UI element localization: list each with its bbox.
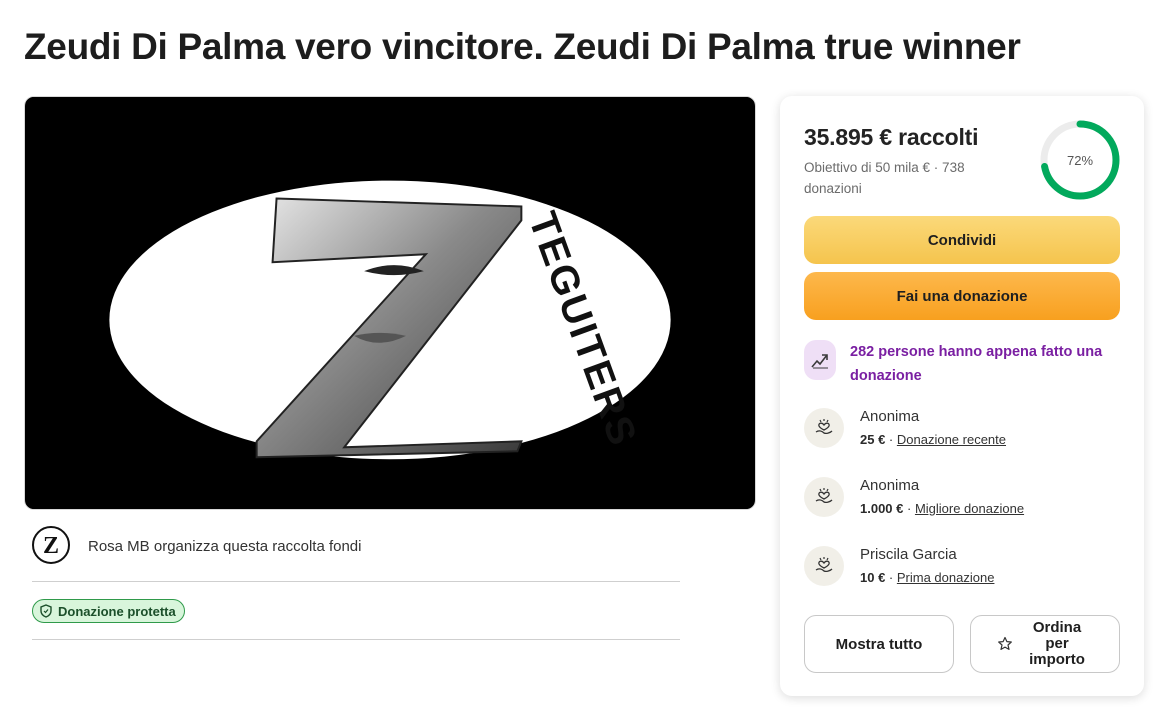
donor-name: Anonima	[860, 477, 920, 494]
heart-in-hand-icon	[804, 477, 844, 517]
progress-label: 72%	[1066, 152, 1094, 168]
show-all-button[interactable]: Mostra tutto	[804, 615, 954, 673]
donation-tag[interactable]: Migliore donazione	[915, 501, 1024, 516]
shield-icon	[39, 604, 53, 618]
star-icon	[997, 636, 1013, 652]
donor-name: Priscila Garcia	[860, 546, 957, 563]
donate-button[interactable]: Fai una donazione	[804, 272, 1120, 320]
sort-label: Ordina per importo	[1029, 619, 1085, 668]
donation-item: Anonima 25 € · Donazione recente	[804, 408, 1120, 456]
donation-tag[interactable]: Donazione recente	[897, 432, 1006, 447]
sort-by-amount-button[interactable]: Ordina per importo	[970, 615, 1120, 673]
protected-badge[interactable]: Donazione protetta	[32, 599, 185, 623]
donation-amount: 25 €	[860, 432, 886, 447]
share-button[interactable]: Condividi	[804, 216, 1120, 264]
donation-item: Anonima 1.000 € · Migliore donazione	[804, 477, 1120, 525]
donation-amount: 1.000 €	[860, 501, 904, 516]
donation-card: 35.895 € raccolti Obiettivo di 50 mila €…	[780, 96, 1144, 696]
organizer-row[interactable]: Z Rosa MB organizza questa raccolta fond…	[32, 524, 680, 582]
donation-meta: 25 € · Donazione recente	[860, 432, 1006, 447]
donation-meta: 1.000 € · Migliore donazione	[860, 501, 1024, 516]
heart-in-hand-icon	[804, 546, 844, 586]
amount-raised: 35.895 € raccolti	[804, 124, 979, 150]
donation-separator: ·	[885, 432, 897, 447]
avatar-letter: Z	[43, 533, 59, 559]
trend-text: 282 persone hanno appena fatto una donaz…	[850, 344, 1103, 384]
donation-tag[interactable]: Prima donazione	[897, 570, 995, 585]
donation-separator: ·	[903, 501, 915, 516]
badge-label: Donazione protetta	[58, 603, 176, 619]
progress-ring: 72%	[1040, 120, 1120, 200]
organizer-text: Rosa MB organizza questa raccolta fondi	[88, 538, 362, 555]
organizer-avatar[interactable]: Z	[32, 526, 70, 564]
page-title: Zeudi Di Palma vero vincitore. Zeudi Di …	[24, 26, 1021, 67]
donation-amount: 10 €	[860, 570, 886, 585]
trending-up-icon	[804, 340, 836, 380]
campaign-image: TEGUITERS	[24, 96, 756, 510]
heart-in-hand-icon	[804, 408, 844, 448]
recent-donations-trend: 282 persone hanno appena fatto una donaz…	[804, 340, 1120, 388]
goal-text: Obiettivo di 50 mila € · 738 donazioni	[804, 160, 965, 196]
donation-separator: ·	[885, 570, 897, 585]
protection-row: Donazione protetta	[32, 583, 680, 640]
donation-meta: 10 € · Prima donazione	[860, 570, 994, 585]
donation-item: Priscila Garcia 10 € · Prima donazione	[804, 546, 1120, 594]
donor-name: Anonima	[860, 408, 920, 425]
